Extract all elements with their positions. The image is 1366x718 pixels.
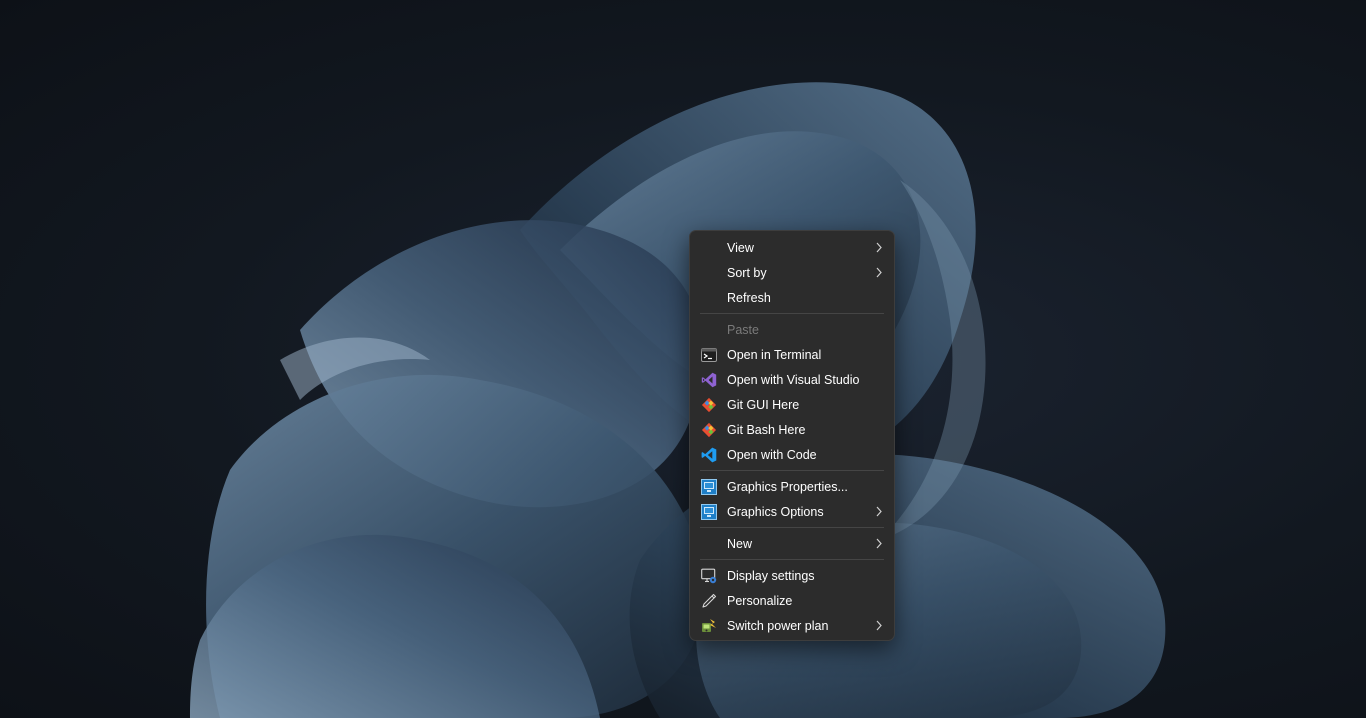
menu-item-git-bash-label: Git Bash Here	[727, 422, 806, 437]
menu-item-git-gui[interactable]: Git GUI Here	[694, 392, 890, 417]
blank-icon	[701, 290, 717, 306]
menu-item-new[interactable]: New	[694, 531, 890, 556]
menu-item-switch-power-plan[interactable]: Switch power plan	[694, 613, 890, 638]
menu-separator	[700, 313, 884, 314]
intel-graphics-icon	[701, 503, 717, 520]
pen-icon	[701, 593, 717, 609]
menu-item-graphics-properties-label: Graphics Properties...	[727, 479, 848, 494]
git-icon	[701, 422, 717, 438]
menu-item-git-bash[interactable]: Git Bash Here	[694, 417, 890, 442]
visual-studio-icon	[701, 372, 717, 388]
chevron-right-icon	[876, 620, 882, 631]
desktop-context-menu: View Sort by Refresh Paste Open in Termi…	[689, 230, 895, 641]
git-icon	[701, 397, 717, 413]
menu-item-paste-label: Paste	[727, 322, 759, 337]
menu-item-display-settings[interactable]: Display settings	[694, 563, 890, 588]
chevron-right-icon	[876, 506, 882, 517]
menu-item-view-label: View	[727, 240, 754, 255]
menu-separator	[700, 527, 884, 528]
vscode-icon	[701, 447, 717, 463]
chevron-right-icon	[876, 267, 882, 278]
blank-icon	[701, 265, 717, 281]
display-settings-icon	[701, 568, 717, 584]
menu-item-open-code-label: Open with Code	[727, 447, 817, 462]
menu-item-paste[interactable]: Paste	[694, 317, 890, 342]
menu-item-refresh[interactable]: Refresh	[694, 285, 890, 310]
menu-item-display-settings-label: Display settings	[727, 568, 815, 583]
menu-item-personalize-label: Personalize	[727, 593, 793, 608]
desktop-wallpaper	[190, 82, 1166, 718]
menu-item-sort-by-label: Sort by	[727, 265, 767, 280]
terminal-icon	[701, 347, 717, 363]
blank-icon	[701, 536, 717, 552]
blank-icon	[701, 322, 717, 338]
menu-item-personalize[interactable]: Personalize	[694, 588, 890, 613]
menu-item-git-gui-label: Git GUI Here	[727, 397, 800, 412]
menu-item-sort-by[interactable]: Sort by	[694, 260, 890, 285]
menu-item-open-terminal-label: Open in Terminal	[727, 347, 822, 362]
power-plan-icon	[701, 618, 717, 634]
intel-graphics-icon	[701, 478, 717, 495]
menu-item-graphics-options[interactable]: Graphics Options	[694, 499, 890, 524]
menu-separator	[700, 470, 884, 471]
menu-item-switch-power-plan-label: Switch power plan	[727, 618, 829, 633]
menu-item-graphics-options-label: Graphics Options	[727, 504, 824, 519]
chevron-right-icon	[876, 538, 882, 549]
menu-item-refresh-label: Refresh	[727, 290, 771, 305]
menu-item-open-code[interactable]: Open with Code	[694, 442, 890, 467]
blank-icon	[701, 240, 717, 256]
menu-item-view[interactable]: View	[694, 235, 890, 260]
menu-item-open-visual-studio-label: Open with Visual Studio	[727, 372, 860, 387]
menu-separator	[700, 559, 884, 560]
menu-item-open-terminal[interactable]: Open in Terminal	[694, 342, 890, 367]
menu-item-open-visual-studio[interactable]: Open with Visual Studio	[694, 367, 890, 392]
menu-item-graphics-properties[interactable]: Graphics Properties...	[694, 474, 890, 499]
menu-item-new-label: New	[727, 536, 753, 551]
chevron-right-icon	[876, 242, 882, 253]
